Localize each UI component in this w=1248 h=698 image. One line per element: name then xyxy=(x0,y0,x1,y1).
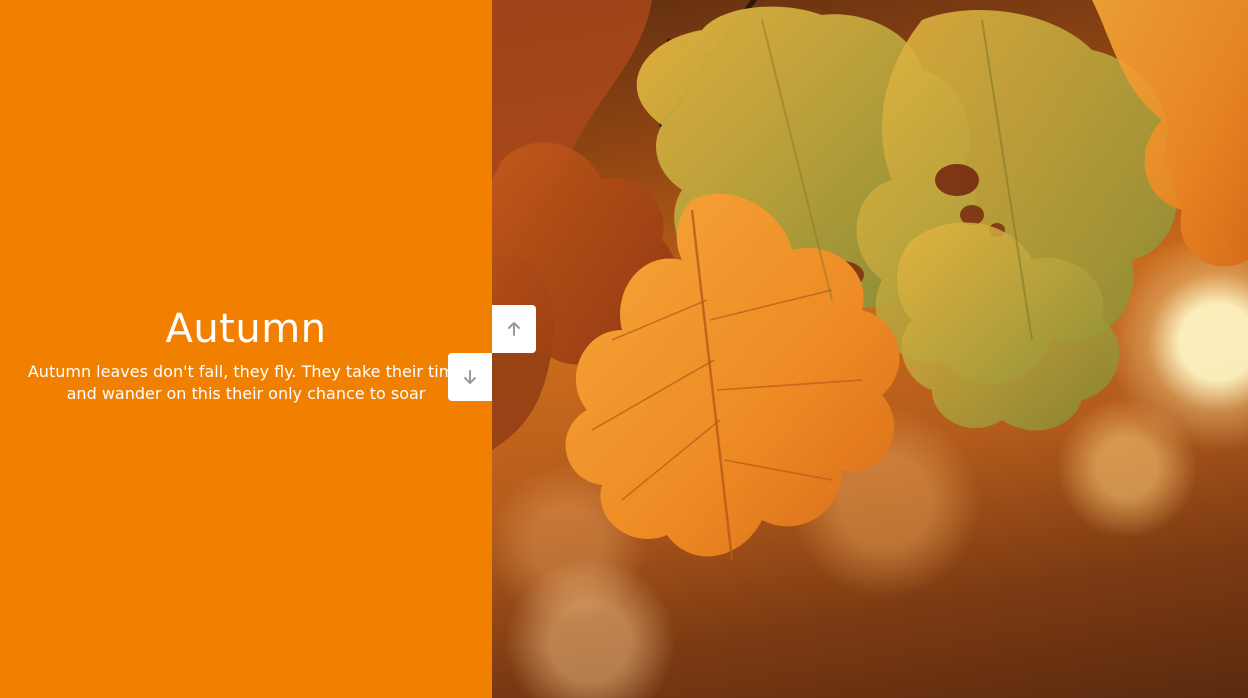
arrow-down-icon xyxy=(464,370,476,384)
slide-down-button[interactable] xyxy=(448,353,492,401)
slide-up-button[interactable] xyxy=(492,305,536,353)
slide-title: Autumn xyxy=(165,306,327,352)
slide-image xyxy=(492,0,1248,698)
slide-description: Autumn leaves don't fall, they fly. They… xyxy=(27,362,465,403)
autumn-leaves-illustration xyxy=(492,0,1248,561)
slide-text-panel: Autumn Autumn leaves don't fall, they fl… xyxy=(0,0,492,698)
arrow-up-icon xyxy=(508,322,520,336)
vertical-split-slider: Autumn Autumn leaves don't fall, they fl… xyxy=(0,0,1248,698)
